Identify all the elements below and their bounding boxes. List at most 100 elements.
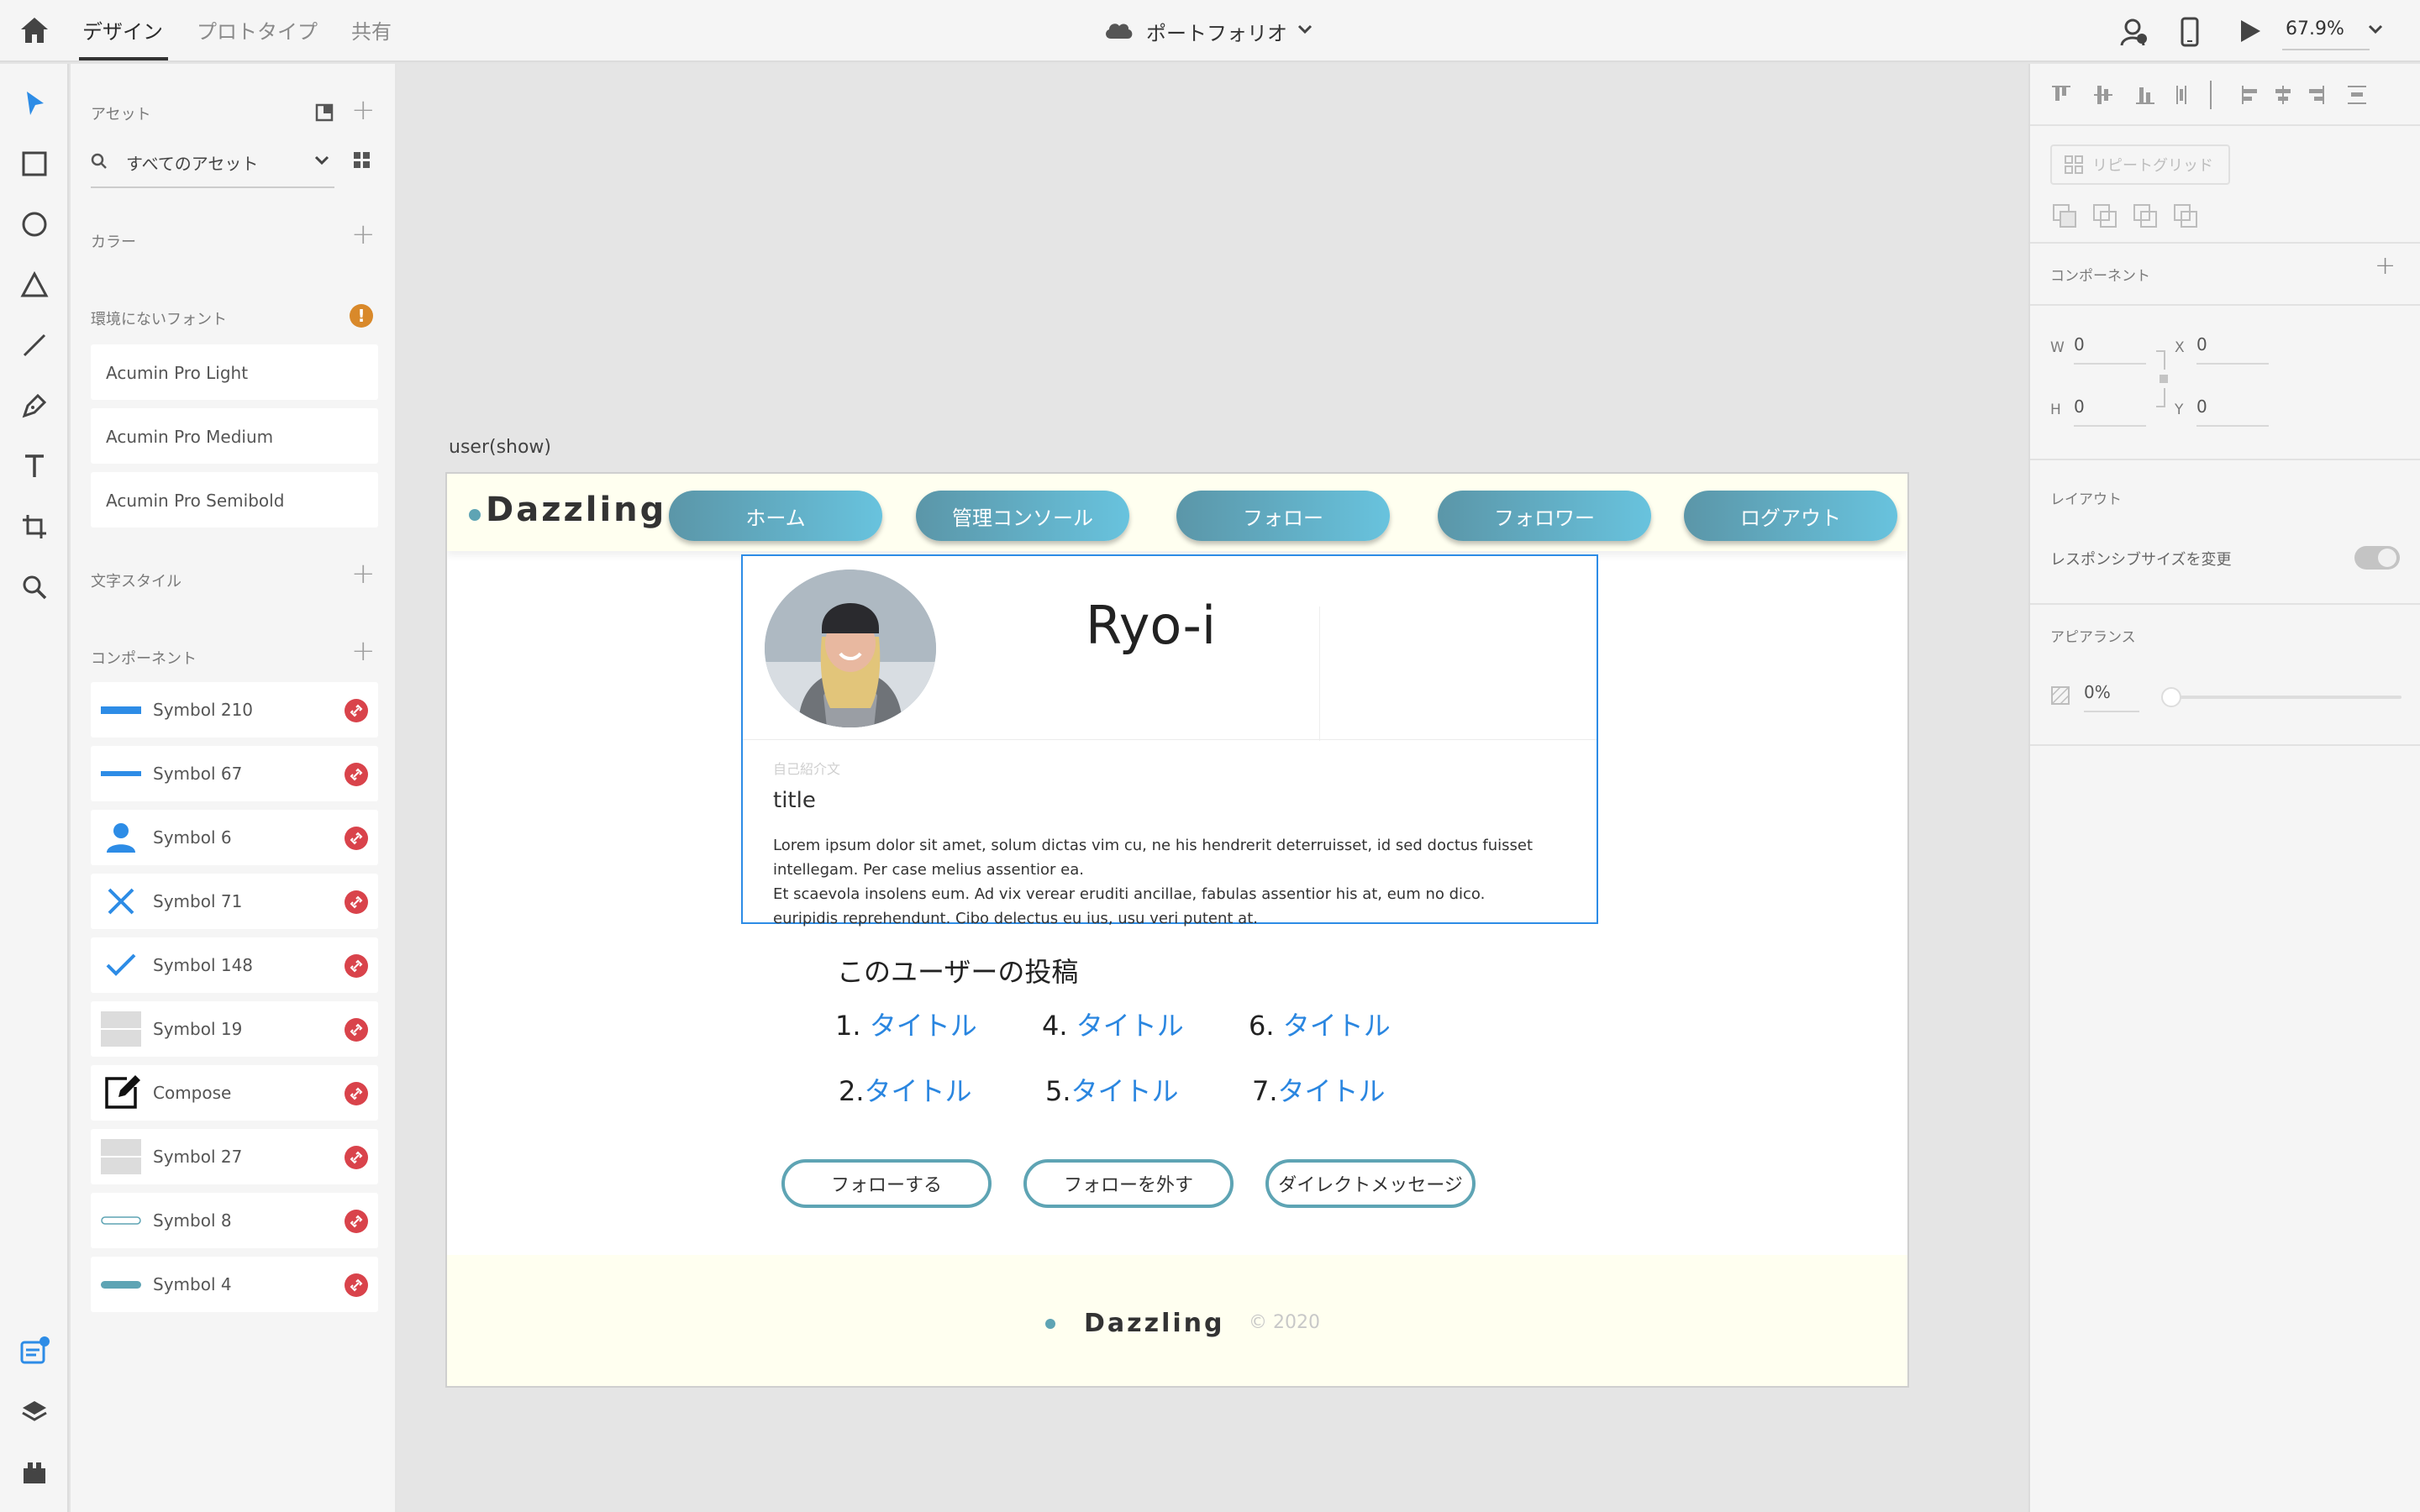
component-item[interactable]: Symbol 19: [91, 1001, 378, 1057]
component-item[interactable]: Symbol 67: [91, 746, 378, 801]
plugins-panel-icon[interactable]: [17, 1455, 52, 1490]
text-tool-icon[interactable]: [17, 449, 52, 484]
link-icon[interactable]: [345, 1210, 368, 1233]
library-icon[interactable]: [314, 102, 334, 123]
link-icon[interactable]: [345, 1146, 368, 1169]
responsive-resize-toggle[interactable]: [2354, 546, 2400, 570]
artboard[interactable]: Dazzling ホーム 管理コンソール フォロー フォロワー ログアウト Ry…: [445, 472, 1909, 1388]
tab-prototype[interactable]: プロトタイプ: [197, 15, 318, 45]
artboard-tool-icon[interactable]: [17, 509, 52, 544]
component-item[interactable]: Symbol 27: [91, 1129, 378, 1184]
nav-admin-console-button[interactable]: 管理コンソール: [916, 491, 1129, 541]
link-icon[interactable]: [345, 1082, 368, 1105]
link-icon[interactable]: [345, 1018, 368, 1042]
nav-follower-button[interactable]: フォロワー: [1438, 491, 1651, 541]
zoom-tool-icon[interactable]: [17, 570, 52, 605]
play-icon[interactable]: [2238, 18, 2262, 44]
line-tool-icon[interactable]: [17, 328, 52, 363]
component-item[interactable]: Symbol 148: [91, 937, 378, 993]
component-item[interactable]: Symbol 6: [91, 810, 378, 865]
chevron-down-icon[interactable]: [1297, 24, 1313, 35]
select-tool-icon[interactable]: [17, 86, 52, 121]
rectangle-tool-icon[interactable]: [17, 146, 52, 181]
ellipse-tool-icon[interactable]: [17, 207, 52, 242]
direct-message-button[interactable]: ダイレクトメッセージ: [1265, 1159, 1476, 1208]
opacity-input[interactable]: 0%: [2084, 682, 2139, 712]
post-item-1[interactable]: 1. タイトル: [835, 1005, 977, 1043]
link-icon[interactable]: [345, 954, 368, 978]
post-title-link[interactable]: タイトル: [1283, 1010, 1391, 1042]
post-item-2[interactable]: 2.タイトル: [839, 1070, 972, 1109]
width-input[interactable]: 0: [2074, 334, 2146, 365]
link-icon[interactable]: [345, 827, 368, 850]
component-item[interactable]: Symbol 210: [91, 682, 378, 738]
post-title-link[interactable]: タイトル: [1278, 1075, 1386, 1107]
component-item[interactable]: Symbol 8: [91, 1193, 378, 1248]
bio-text[interactable]: Lorem ipsum dolor sit amet, solum dictas…: [773, 833, 1580, 931]
opacity-slider-thumb[interactable]: [2161, 687, 2181, 707]
link-icon[interactable]: [345, 763, 368, 786]
post-item-4[interactable]: 4. タイトル: [1042, 1005, 1184, 1043]
username[interactable]: Ryo-i: [1086, 595, 1216, 656]
repeat-grid-button[interactable]: リピートグリッド: [2050, 144, 2230, 185]
link-icon[interactable]: [345, 699, 368, 722]
post-item-7[interactable]: 7.タイトル: [1252, 1070, 1386, 1109]
add-component-state-icon[interactable]: +: [2375, 254, 2396, 279]
follow-button[interactable]: フォローする: [781, 1159, 992, 1208]
missing-font-item[interactable]: Acumin Pro Medium: [91, 408, 378, 464]
add-asset-icon[interactable]: +: [351, 96, 376, 124]
asset-filter-select[interactable]: すべてのアセット: [126, 150, 258, 175]
zoom-chevron-down-icon[interactable]: [2368, 24, 2383, 35]
missing-font-item[interactable]: Acumin Pro Light: [91, 344, 378, 400]
x-input[interactable]: 0: [2196, 334, 2269, 365]
boolean-group-icon[interactable]: [2052, 202, 2212, 228]
artboard-name[interactable]: user(show): [449, 437, 551, 458]
add-component-icon[interactable]: +: [351, 637, 376, 665]
profile-card[interactable]: Ryo-i 自己紹介文 title Lorem ipsum dolor sit …: [741, 554, 1598, 927]
y-input[interactable]: 0: [2196, 396, 2269, 427]
site-logo[interactable]: Dazzling: [486, 491, 666, 529]
component-item[interactable]: Symbol 4: [91, 1257, 378, 1312]
component-item[interactable]: Compose: [91, 1065, 378, 1121]
nav-logout-button[interactable]: ログアウト: [1684, 491, 1897, 541]
posts-heading[interactable]: このユーザーの投稿: [837, 951, 1078, 990]
unfollow-button[interactable]: フォローを外す: [1023, 1159, 1234, 1208]
opacity-icon: [2050, 685, 2070, 706]
post-item-5[interactable]: 5.タイトル: [1045, 1070, 1179, 1109]
post-title-link[interactable]: タイトル: [1076, 1010, 1184, 1042]
avatar[interactable]: [765, 570, 936, 727]
tab-design[interactable]: デザイン: [82, 15, 163, 45]
post-item-6[interactable]: 6. タイトル: [1249, 1005, 1391, 1043]
assets-panel-icon[interactable]: [17, 1334, 52, 1369]
post-title-link[interactable]: タイトル: [870, 1010, 977, 1042]
nav-home-button[interactable]: ホーム: [669, 491, 882, 541]
lock-aspect-icon[interactable]: [2153, 349, 2173, 408]
share-user-icon[interactable]: [2119, 17, 2149, 47]
align-toolbar-icon[interactable]: [2050, 81, 2412, 109]
layers-panel-icon[interactable]: [17, 1394, 52, 1430]
footer-logo[interactable]: Dazzling: [1084, 1309, 1224, 1338]
link-icon[interactable]: [345, 1273, 368, 1297]
post-title-link[interactable]: タイトル: [865, 1075, 972, 1107]
grid-view-icon[interactable]: [353, 151, 371, 170]
add-text-style-icon[interactable]: +: [351, 559, 376, 588]
nav-follow-button[interactable]: フォロー: [1176, 491, 1390, 541]
missing-font-item[interactable]: Acumin Pro Semibold: [91, 472, 378, 528]
polygon-tool-icon[interactable]: [17, 267, 52, 302]
filter-chevron-down-icon[interactable]: [314, 155, 329, 166]
opacity-slider-track[interactable]: [2170, 696, 2402, 699]
tab-share[interactable]: 共有: [351, 15, 392, 45]
height-input[interactable]: 0: [2074, 396, 2146, 427]
link-icon[interactable]: [345, 890, 368, 914]
home-icon[interactable]: [18, 15, 50, 45]
warning-icon[interactable]: !: [350, 304, 373, 328]
add-color-icon[interactable]: +: [351, 220, 376, 249]
document-title[interactable]: ポートフォリオ: [1146, 17, 1287, 46]
bio-title[interactable]: title: [773, 788, 816, 813]
component-item[interactable]: Symbol 71: [91, 874, 378, 929]
zoom-level[interactable]: 67.9%: [2286, 18, 2344, 39]
pen-tool-icon[interactable]: [17, 388, 52, 423]
post-number: 6.: [1249, 1010, 1275, 1042]
mobile-preview-icon[interactable]: [2180, 17, 2200, 47]
post-title-link[interactable]: タイトル: [1071, 1075, 1179, 1107]
